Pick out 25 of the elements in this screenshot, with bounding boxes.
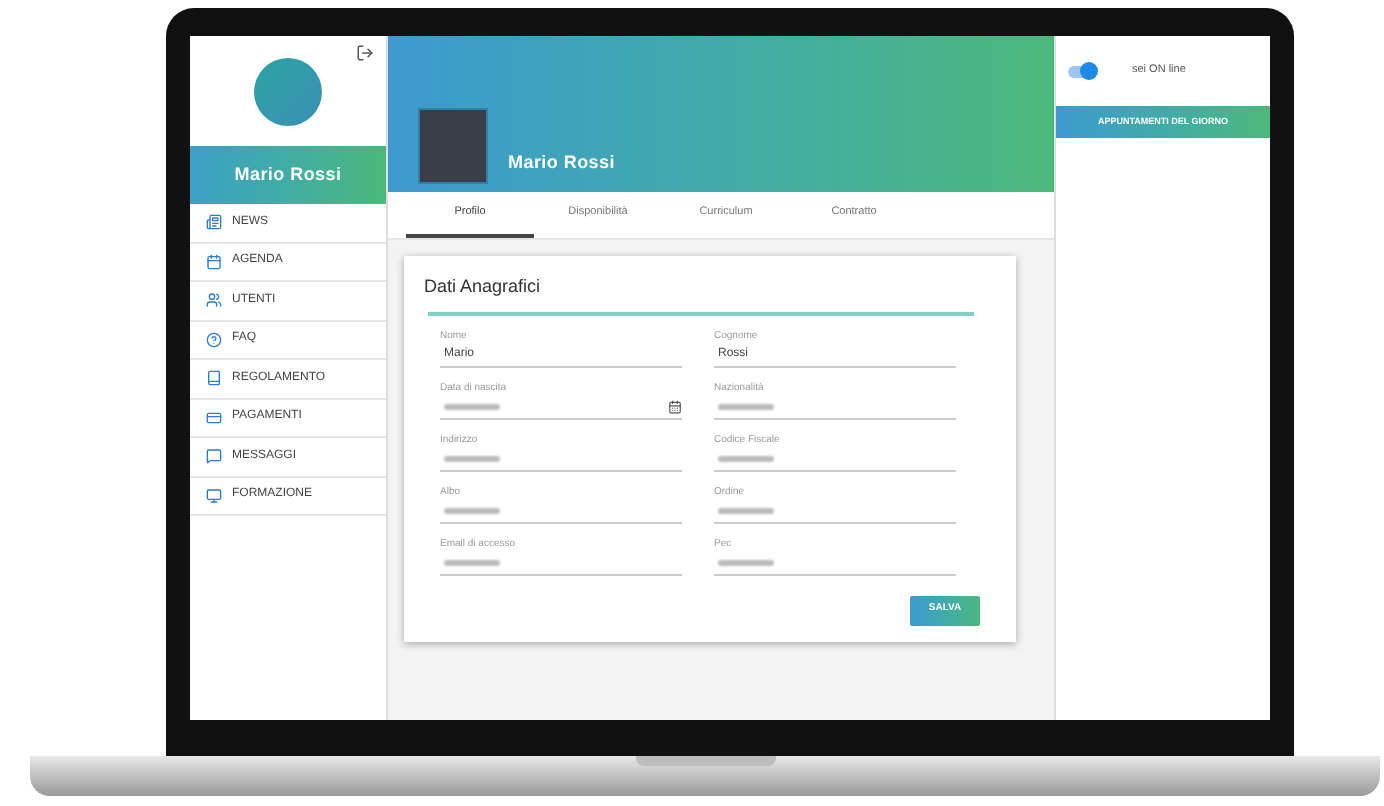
blurred-value — [718, 456, 774, 463]
monitor-icon — [206, 487, 222, 504]
form-title: Dati Anagrafici — [424, 274, 543, 300]
newspaper-icon — [206, 214, 222, 231]
user-name: Mario Rossi — [234, 161, 342, 188]
book-icon — [206, 370, 222, 387]
blurred-value — [718, 560, 774, 567]
blurred-value — [444, 508, 500, 515]
help-icon — [206, 331, 222, 348]
users-icon — [206, 292, 222, 309]
logo-icon — [254, 57, 322, 125]
logout-icon[interactable] — [356, 44, 374, 62]
calendar-icon[interactable] — [668, 400, 682, 415]
blurred-value — [444, 456, 500, 463]
blurred-value — [718, 404, 774, 411]
input-field[interactable] — [440, 397, 682, 420]
toggle-switch[interactable] — [1068, 65, 1096, 77]
photo-placeholder — [418, 108, 488, 184]
blurred-value — [718, 508, 774, 515]
profile-name: Mario Rossi — [508, 149, 615, 175]
calendar-icon — [206, 253, 222, 270]
card-icon — [206, 409, 222, 426]
blurred-value — [444, 404, 500, 411]
blurred-value — [444, 560, 500, 567]
chat-icon — [206, 448, 222, 465]
